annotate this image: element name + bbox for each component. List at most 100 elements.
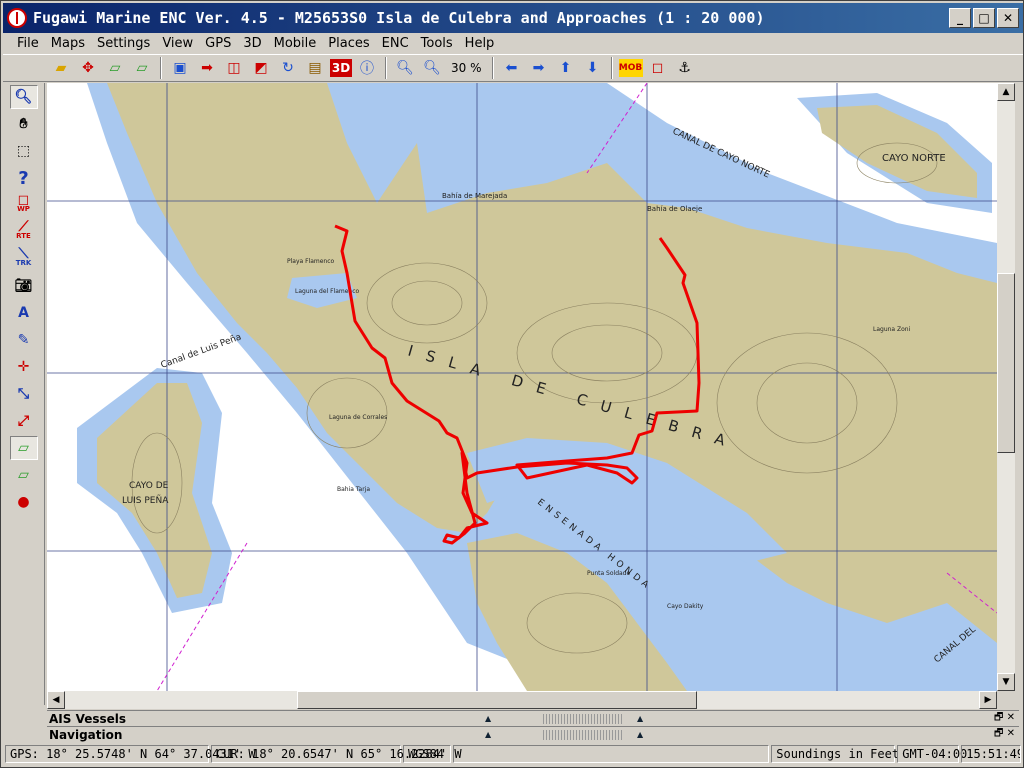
timezone-label: GMT-04:00 (897, 745, 967, 763)
route-start-icon[interactable]: ⤡ (10, 382, 38, 406)
menu-tools[interactable]: Tools (415, 36, 459, 51)
label-bahia-olaeje: Bahía de Olaeje (647, 205, 702, 213)
status-spacer (452, 745, 770, 763)
layers-active-icon[interactable]: ▱ (9, 436, 38, 460)
vertical-scrollbar[interactable]: ▲ ▼ (997, 83, 1015, 691)
menu-places[interactable]: Places (322, 36, 375, 51)
horizontal-scrollbar[interactable]: ◀ ▶ (47, 691, 997, 709)
menu-gps[interactable]: GPS (199, 36, 237, 51)
close-button[interactable]: ✕ (997, 8, 1019, 28)
label-laguna-zoni: Laguna Zoni (873, 326, 911, 333)
clock-time: 15:51:49... (961, 745, 1021, 763)
arrow-right-icon[interactable]: ➡ (527, 56, 551, 80)
pan-hand-icon[interactable]: ✋︎ (10, 112, 38, 136)
ais-vessels-label: AIS Vessels (49, 711, 127, 726)
layers-up-icon[interactable]: ▱ (10, 463, 38, 487)
camera-icon[interactable]: 📷︎ (10, 274, 38, 298)
track-tool-label: TRK (15, 259, 32, 267)
window-title: Fugawi Marine ENC Ver. 4.5 - M25653S0 Is… (33, 9, 765, 27)
pen-tool-icon[interactable]: ✎ (10, 328, 38, 352)
menu-enc[interactable]: ENC (376, 36, 415, 51)
chart-canvas[interactable]: ISLA DE CULEBRA CAYO NORTE CAYO DE LUIS … (47, 83, 997, 691)
text-tool-icon[interactable]: A (10, 301, 38, 325)
ais-restore-icon[interactable]: 🗗 ✕ (994, 710, 1015, 727)
zoom-level[interactable]: 30 % (447, 61, 486, 75)
vertical-scroll-thumb[interactable] (997, 273, 1015, 453)
nav-restore-icon[interactable]: 🗗 ✕ (994, 726, 1015, 743)
gps-connect-icon[interactable]: ▣ (168, 56, 192, 80)
zoom-out-icon[interactable]: 🔍︎ (393, 56, 417, 80)
track-up-icon[interactable]: ◩ (249, 56, 273, 80)
track-tool-button[interactable]: ⟍ TRK (10, 247, 38, 271)
nav-panel-grip[interactable] (543, 729, 623, 740)
menu-settings[interactable]: Settings (91, 36, 156, 51)
compass-rose-icon[interactable] (7, 8, 27, 28)
mark-position-icon[interactable]: ◻ (646, 56, 670, 80)
goto-waypoint-icon[interactable]: ✛ (10, 355, 38, 379)
chart-layer-icon[interactable]: ▤ (303, 56, 327, 80)
open-folder-icon[interactable]: ▰ (49, 56, 73, 80)
scroll-right-button[interactable]: ▶ (979, 691, 997, 709)
waypoint-tool-button[interactable]: ◻ WP (10, 193, 38, 217)
arrow-up-icon[interactable]: ⬆ (554, 56, 578, 80)
menu-view[interactable]: View (156, 36, 199, 51)
ais-panel-grip[interactable] (543, 713, 623, 724)
maximize-button[interactable]: □ (973, 8, 995, 28)
nav-collapse-icon[interactable]: ▲ (637, 730, 643, 739)
ais-vessels-panel[interactable]: AIS Vessels ▲ ▲ 🗗 ✕ (47, 710, 1019, 726)
route-tool-label: RTE (16, 232, 31, 240)
label-playa-flamenco: Playa Flamenco (287, 258, 335, 265)
route-layer-icon[interactable]: ▱ (130, 56, 154, 80)
label-cayo-de: CAYO DE (129, 481, 169, 491)
three-d-icon[interactable]: 3D (330, 59, 352, 77)
datum-label: WGS84 (403, 745, 451, 763)
menu-help[interactable]: Help (459, 36, 501, 51)
waypoint-tool-label: WP (17, 205, 30, 213)
select-area-icon[interactable]: ⬚ (10, 139, 38, 163)
chart-map-view[interactable]: ISLA DE CULEBRA CAYO NORTE CAYO DE LUIS … (47, 83, 997, 691)
ais-collapse-icon[interactable]: ▲ (637, 714, 643, 723)
menu-bar: File Maps Settings View GPS 3D Mobile Pl… (3, 33, 1023, 53)
label-laguna-corrales: Laguna de Corrales (329, 414, 387, 421)
soundings-units: Soundings in Feet (771, 745, 899, 763)
arrow-down-icon[interactable]: ⬇ (581, 56, 605, 80)
anchor-icon[interactable]: ⚓ (673, 56, 697, 80)
scroll-left-button[interactable]: ◀ (47, 691, 65, 709)
label-luis-pena: LUIS PEÑA (122, 495, 169, 506)
center-map-icon[interactable]: ◫ (222, 56, 246, 80)
waypoint-layer-icon[interactable]: ▱ (103, 56, 127, 80)
navigate-icon[interactable]: ➡ (195, 56, 219, 80)
gps-position-cell: GPS: 18° 25.5748' N 64° 37.0431' W (5, 745, 256, 763)
record-track-icon[interactable]: ● (10, 490, 38, 514)
label-punta-soldado: Punta Soldado (587, 570, 630, 577)
status-bar: GPS: 18° 25.5748' N 64° 37.0431' W CUR: … (3, 743, 1023, 765)
ais-expand-icon[interactable]: ▲ (485, 714, 491, 723)
menu-mobile[interactable]: Mobile (268, 36, 323, 51)
menu-file[interactable]: File (11, 36, 45, 51)
label-cayo-dakity: Cayo Dakity (667, 603, 704, 610)
menu-3d[interactable]: 3D (237, 36, 267, 51)
zoom-in-icon[interactable]: 🔍︎ (420, 56, 444, 80)
nav-expand-icon[interactable]: ▲ (485, 730, 491, 739)
scroll-up-button[interactable]: ▲ (997, 83, 1015, 101)
rotate-map-icon[interactable]: ↻ (276, 56, 300, 80)
info-icon[interactable]: ⓘ (355, 56, 379, 80)
help-icon[interactable]: ? (10, 166, 38, 190)
zoom-tool-icon[interactable]: 🔍︎ (9, 85, 38, 109)
navigation-label: Navigation (49, 727, 123, 742)
label-cayo-norte: CAYO NORTE (882, 153, 946, 164)
horizontal-scroll-thumb[interactable] (297, 691, 697, 709)
arrow-left-icon[interactable]: ⬅ (500, 56, 524, 80)
move-map-icon[interactable]: ✥ (76, 56, 100, 80)
navigation-panel[interactable]: Navigation ▲ ▲ 🗗 ✕ (47, 726, 1019, 742)
title-bar[interactable]: Fugawi Marine ENC Ver. 4.5 - M25653S0 Is… (3, 3, 1023, 33)
cursor-position: CUR: 18° 20.6547' N 65° 16.2284' W (211, 745, 462, 763)
menu-maps[interactable]: Maps (45, 36, 91, 51)
minimize-button[interactable]: _ (949, 8, 971, 28)
man-overboard-button[interactable]: MOB (618, 59, 643, 77)
route-edit-icon[interactable]: ⤢ (10, 409, 38, 433)
scroll-down-button[interactable]: ▼ (997, 673, 1015, 691)
route-tool-button[interactable]: ⟋ RTE (10, 220, 38, 244)
main-window: Fugawi Marine ENC Ver. 4.5 - M25653S0 Is… (0, 0, 1024, 768)
label-bahia-marejada: Bahía de Marejada (442, 192, 507, 200)
